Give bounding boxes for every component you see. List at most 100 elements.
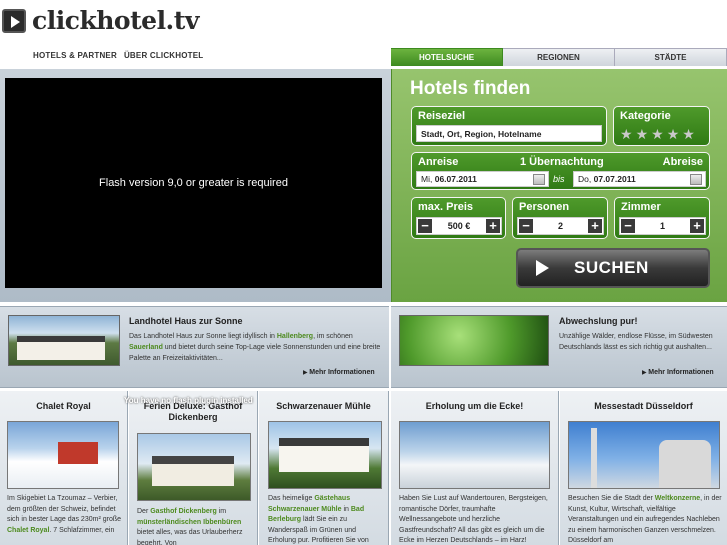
column-text: Besuchen Sie die Stadt der Weltkonzerne,… bbox=[568, 494, 722, 545]
star-icon[interactable]: ★ bbox=[620, 127, 633, 141]
star-icon[interactable]: ★ bbox=[667, 127, 680, 141]
departure-label: Abreise bbox=[662, 156, 703, 168]
star-icon[interactable]: ★ bbox=[682, 127, 695, 141]
search-tabs: HOTELSUCHE REGIONEN STÄDTE bbox=[391, 48, 727, 66]
departure-date: 07.07.2011 bbox=[593, 174, 636, 184]
search-title: Hotels finden bbox=[410, 78, 531, 99]
more-info-link[interactable]: Mehr Informationen bbox=[303, 369, 374, 376]
flash-video-player[interactable]: Flash version 9,0 or greater is required bbox=[5, 78, 382, 288]
hotel-search-panel: Hotels finden Reiseziel Stadt, Ort, Regi… bbox=[391, 69, 727, 302]
arrival-date-field[interactable]: Mi, 06.07.2011 bbox=[416, 171, 549, 187]
harz-photo[interactable] bbox=[399, 421, 550, 489]
tower-shape bbox=[591, 428, 597, 488]
muehle-photo[interactable] bbox=[268, 421, 382, 489]
link-weltkonzerne[interactable]: Weltkonzerne bbox=[655, 495, 700, 502]
rooms-minus-button[interactable]: − bbox=[621, 219, 635, 233]
feature-title[interactable]: Abwechslung pur! bbox=[559, 316, 638, 326]
link-hallenberg[interactable]: Hallenberg bbox=[277, 333, 313, 340]
rooms-value: 1 bbox=[659, 221, 665, 231]
departure-day: Do, bbox=[578, 174, 592, 184]
feature-text-part: und bietet durch seine Top-Lage viele So… bbox=[129, 344, 381, 362]
star-icon[interactable]: ★ bbox=[651, 127, 664, 141]
flash-message: Flash version 9,0 or greater is required bbox=[99, 177, 288, 189]
column-title[interactable]: Erholung um die Ecke! bbox=[391, 401, 558, 412]
persons-label: Personen bbox=[519, 201, 570, 213]
column-schwarzenauer-muehle: Schwarzenauer Mühle Das heimelige Gästeh… bbox=[259, 391, 389, 545]
link-chalet-royal[interactable]: Chalet Royal bbox=[7, 527, 49, 534]
column-text-part: im bbox=[216, 508, 227, 515]
category-label: Kategorie bbox=[620, 110, 671, 122]
tab-regionen[interactable]: REGIONEN bbox=[503, 48, 615, 66]
column-chalet-royal: Chalet Royal Im Skigebiet La Tzoumaz – V… bbox=[0, 391, 128, 545]
link-ibbenbueren[interactable]: münsterländischen Ibbenbüren bbox=[137, 519, 241, 526]
column-text: Der Gasthof Dickenberg im münsterländisc… bbox=[137, 507, 253, 545]
rooms-label: Zimmer bbox=[621, 201, 661, 213]
landhotel-photo[interactable] bbox=[8, 315, 120, 366]
tab-staedte[interactable]: STÄDTE bbox=[615, 48, 727, 66]
column-title[interactable]: Schwarzenauer Mühle bbox=[259, 401, 388, 412]
column-title[interactable]: Chalet Royal bbox=[0, 401, 127, 412]
departure-date-field[interactable]: Do, 07.07.2011 bbox=[573, 171, 706, 187]
link-gasthof-dickenberg[interactable]: Gasthof Dickenberg bbox=[150, 508, 217, 515]
feature-abwechslung: Abwechslung pur! Unzählige Wälder, endlo… bbox=[391, 306, 727, 388]
price-plus-button[interactable]: + bbox=[486, 219, 500, 233]
nature-photo[interactable] bbox=[399, 315, 549, 366]
price-value: 500 € bbox=[447, 221, 471, 231]
feature-text-part: Das Landhotel Haus zur Sonne liegt idyll… bbox=[129, 333, 277, 340]
play-icon bbox=[536, 260, 549, 276]
column-gasthof-dickenberg: Ferien Deluxe: Gasthof Dickenberg Der Ga… bbox=[129, 391, 258, 545]
category-box: Kategorie ★ ★ ★ ★ ★ bbox=[613, 106, 710, 146]
search-button[interactable]: SUCHEN bbox=[516, 248, 710, 288]
chalet-house-shape bbox=[58, 442, 98, 464]
link-sauerland[interactable]: Sauerland bbox=[129, 344, 163, 351]
house-shape bbox=[17, 336, 105, 360]
date-separator: bis bbox=[553, 174, 565, 184]
nav-ueber-clickhotel[interactable]: ÜBER CLICKHOTEL bbox=[124, 51, 203, 60]
column-text-part: Der bbox=[137, 508, 151, 515]
column-text-part: , in der Kunst, Kultur, Wirtschaft, viel… bbox=[568, 495, 722, 544]
column-text-part: Besuchen Sie die Stadt der bbox=[568, 495, 655, 502]
logo-text: clickhotel.tv bbox=[32, 6, 199, 35]
gasthof-photo[interactable] bbox=[137, 433, 251, 501]
more-info-link[interactable]: Mehr Informationen bbox=[642, 369, 713, 376]
price-minus-button[interactable]: − bbox=[418, 219, 432, 233]
rooms-box: Zimmer − 1 + bbox=[614, 197, 710, 239]
arrival-label: Anreise bbox=[418, 156, 459, 168]
gasthof-house-shape bbox=[152, 456, 234, 486]
logo[interactable]: clickhotel.tv bbox=[2, 6, 199, 35]
destination-input[interactable]: Stadt, Ort, Region, Hotelname bbox=[416, 125, 602, 142]
rooms-stepper[interactable]: − 1 + bbox=[619, 217, 706, 235]
column-erholung: Erholung um die Ecke! Haben Sie Lust auf… bbox=[391, 391, 559, 545]
arrival-date: 06.07.2011 bbox=[434, 174, 477, 184]
column-text-part: in bbox=[341, 505, 351, 513]
star-icon[interactable]: ★ bbox=[636, 127, 649, 141]
destination-label: Reiseziel bbox=[418, 110, 466, 122]
persons-minus-button[interactable]: − bbox=[519, 219, 533, 233]
column-text: Haben Sie Lust auf Wandertouren, Bergste… bbox=[399, 495, 548, 544]
nav-hotels-partner[interactable]: HOTELS & PARTNER bbox=[33, 51, 117, 60]
calendar-icon[interactable] bbox=[533, 174, 545, 185]
tab-hotelsuche[interactable]: HOTELSUCHE bbox=[391, 48, 503, 66]
feature-text: Unzählige Wälder, endlose Flüsse, im Süd… bbox=[559, 333, 713, 351]
feature-text-part: , im schönen bbox=[313, 333, 353, 340]
duesseldorf-photo[interactable] bbox=[568, 421, 720, 489]
feature-landhotel: Landhotel Haus zur Sonne Das Landhotel H… bbox=[0, 306, 389, 388]
column-text: Im Skigebiet La Tzoumaz – Verbier, dem g… bbox=[7, 494, 123, 536]
column-text-part: . 7 Schlafzimmer, ein bbox=[49, 526, 115, 534]
flash-plugin-notice: You have no flash plugin installed bbox=[124, 396, 253, 405]
arrival-day: Mi, bbox=[421, 174, 433, 184]
persons-stepper[interactable]: − 2 + bbox=[517, 217, 604, 235]
search-button-label: SUCHEN bbox=[574, 258, 649, 277]
price-stepper[interactable]: − 500 € + bbox=[416, 217, 502, 235]
category-star-rating[interactable]: ★ ★ ★ ★ ★ bbox=[620, 127, 695, 141]
calendar-icon[interactable] bbox=[690, 174, 702, 185]
column-title[interactable]: Messestadt Düsseldorf bbox=[560, 401, 727, 412]
rooms-plus-button[interactable]: + bbox=[690, 219, 704, 233]
column-text: Das heimelige Gästehaus Schwarzenauer Mü… bbox=[268, 494, 386, 545]
feature-title[interactable]: Landhotel Haus zur Sonne bbox=[129, 316, 243, 326]
persons-plus-button[interactable]: + bbox=[588, 219, 602, 233]
chalet-photo[interactable] bbox=[7, 421, 119, 489]
column-duesseldorf: Messestadt Düsseldorf Besuchen Sie die S… bbox=[560, 391, 727, 545]
feature-text: Das Landhotel Haus zur Sonne liegt idyll… bbox=[129, 331, 384, 364]
dates-box: Anreise 1 Übernachtung Abreise Mi, 06.07… bbox=[411, 152, 710, 190]
